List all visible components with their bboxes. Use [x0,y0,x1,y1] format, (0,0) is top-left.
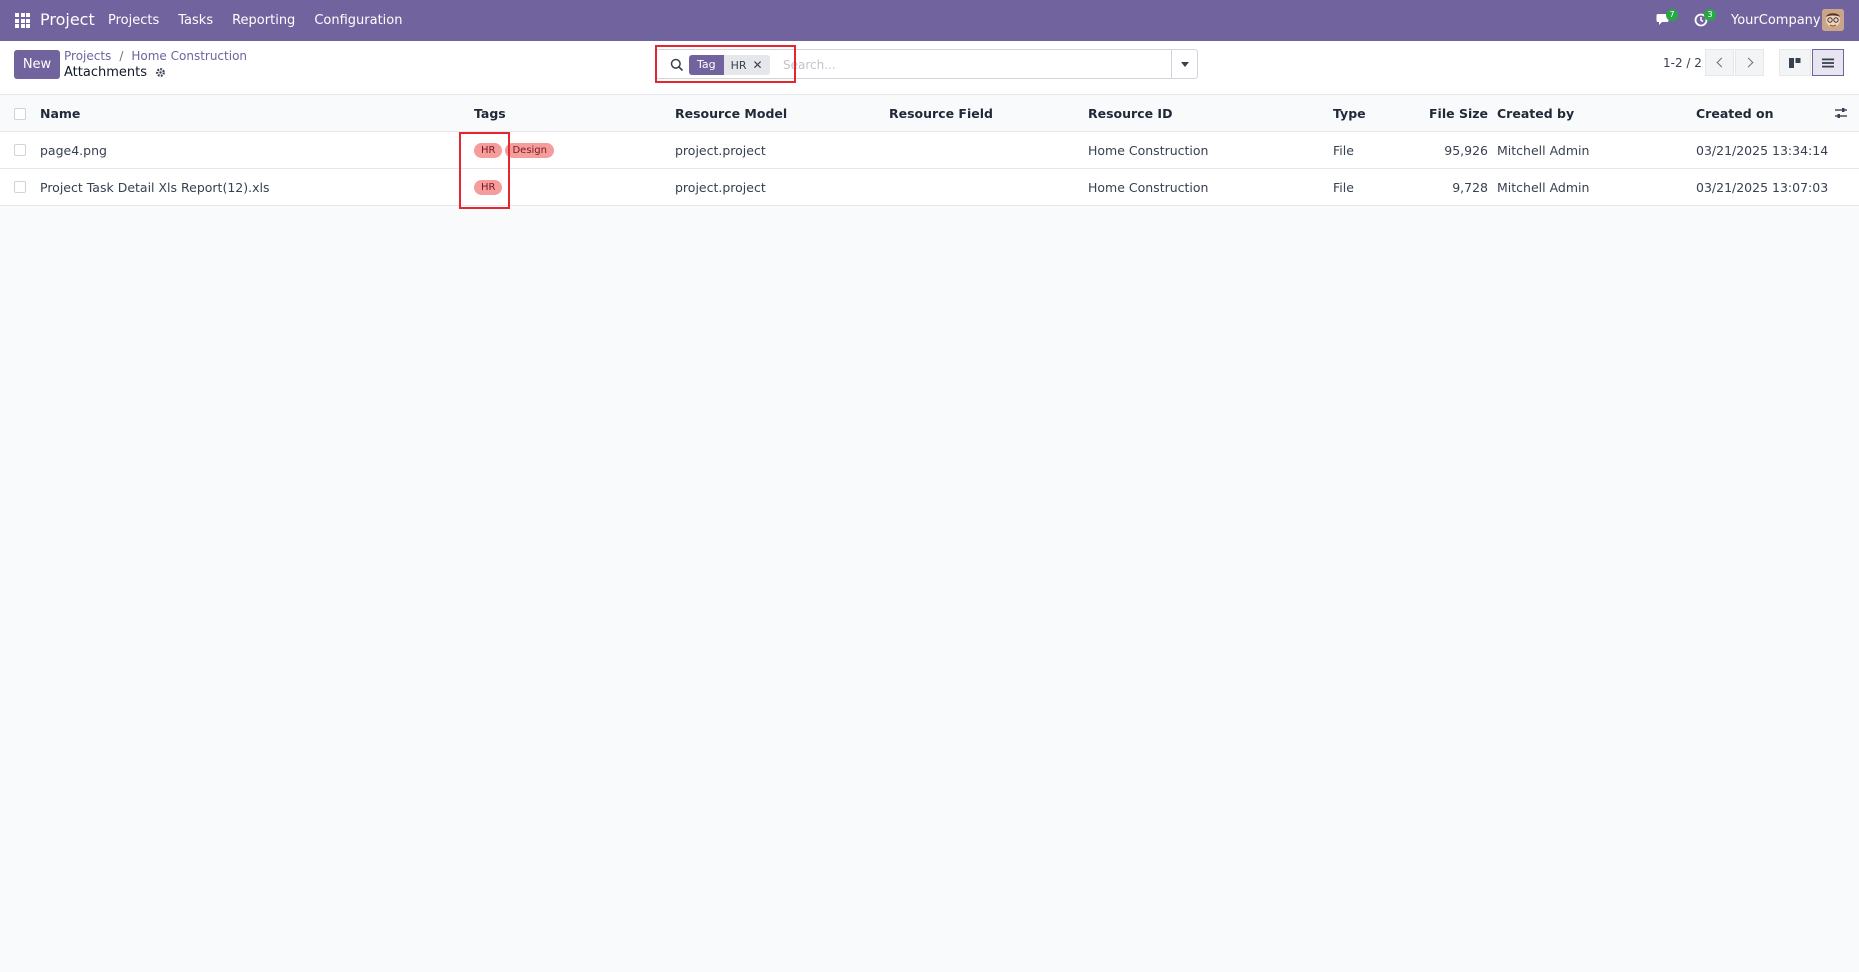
list-icon [1822,58,1834,67]
row-select-cell [14,169,26,205]
user-avatar[interactable] [1822,9,1844,31]
main-menu: Projects Tasks Reporting Configuration [108,13,421,28]
page-title: Attachments [64,65,166,80]
row-checkbox[interactable] [14,144,26,156]
breadcrumb-item-projects[interactable]: Projects [64,49,111,63]
cell-resource-id: Home Construction [1088,179,1209,195]
messages-icon[interactable]: 7 [1656,9,1678,27]
column-header-file-size[interactable]: File Size [1400,96,1488,131]
row-select-cell [14,132,26,168]
cell-file-size: 9,728 [1452,179,1488,195]
chevron-left-icon [1716,57,1726,68]
top-navbar: Project Projects Tasks Reporting Configu… [0,0,1859,41]
chevron-down-icon [1180,61,1189,67]
select-all-checkbox[interactable] [14,107,26,120]
gear-icon[interactable] [155,67,166,78]
menu-item-reporting[interactable]: Reporting [232,13,295,28]
column-header-created-by[interactable]: Created by [1497,96,1574,131]
breadcrumb: Projects / Home Construction [64,49,247,63]
select-all-cell [14,96,26,131]
column-header-resource-model[interactable]: Resource Model [675,96,787,131]
search-facet-highlight [655,45,796,83]
pager-previous-button[interactable] [1705,49,1734,76]
table-header: Name Tags Resource Model Resource Field … [0,96,1859,132]
cell-resource-id: Home Construction [1088,142,1209,158]
company-switcher[interactable]: YourCompany [1731,13,1821,28]
pager-value[interactable]: 1-2 / 2 [1663,56,1702,70]
table-row[interactable]: Project Task Detail Xls Report(12).xls H… [0,169,1859,206]
column-header-resource-id[interactable]: Resource ID [1088,96,1172,131]
cell-created-on: 03/21/2025 13:07:03 [1696,179,1829,195]
column-header-resource-field[interactable]: Resource Field [889,96,993,131]
cell-file-size: 95,926 [1444,142,1488,158]
pager-next-button[interactable] [1735,49,1764,76]
cell-type: File [1333,179,1354,195]
column-header-type[interactable]: Type [1333,96,1366,131]
page-title-text: Attachments [64,65,147,80]
new-button[interactable]: New [14,50,60,79]
cell-created-by: Mitchell Admin [1497,142,1590,158]
attachments-list: Name Tags Resource Model Resource Field … [0,96,1859,206]
column-header-name[interactable]: Name [40,96,80,131]
cell-created-by: Mitchell Admin [1497,179,1590,195]
row-checkbox[interactable] [14,181,26,193]
breadcrumb-separator: / [119,49,124,63]
apps-menu-icon[interactable] [15,13,30,28]
messages-count-badge: 7 [1666,9,1678,21]
cell-type: File [1333,142,1354,158]
search-options-toggle[interactable] [1171,50,1197,78]
menu-item-configuration[interactable]: Configuration [314,13,402,28]
tags-column-highlight [459,132,510,209]
menu-item-tasks[interactable]: Tasks [178,13,213,28]
list-view-button[interactable] [1812,49,1844,76]
menu-item-projects[interactable]: Projects [108,13,159,28]
optional-columns-icon[interactable] [1834,106,1848,120]
app-brand[interactable]: Project [40,10,95,29]
cell-name[interactable]: Project Task Detail Xls Report(12).xls [40,169,269,205]
tag-badge: Design [505,142,554,158]
chevron-right-icon [1743,57,1753,68]
column-header-created-on[interactable]: Created on [1696,96,1774,131]
activities-icon[interactable]: 3 [1694,9,1716,27]
control-panel: New Projects / Home Construction Attachm… [0,41,1859,95]
column-header-tags[interactable]: Tags [474,96,506,131]
table-row[interactable]: page4.png HR Design project.project Home… [0,132,1859,169]
kanban-view-button[interactable] [1779,49,1811,76]
cell-name[interactable]: page4.png [40,132,107,168]
activities-count-badge: 3 [1704,9,1716,21]
search-input[interactable] [783,55,1083,75]
cell-created-on: 03/21/2025 13:34:14 [1696,142,1829,158]
kanban-icon [1789,57,1801,68]
cell-resource-model: project.project [675,179,766,195]
breadcrumb-item-home-construction[interactable]: Home Construction [131,49,247,63]
cell-resource-model: project.project [675,142,766,158]
